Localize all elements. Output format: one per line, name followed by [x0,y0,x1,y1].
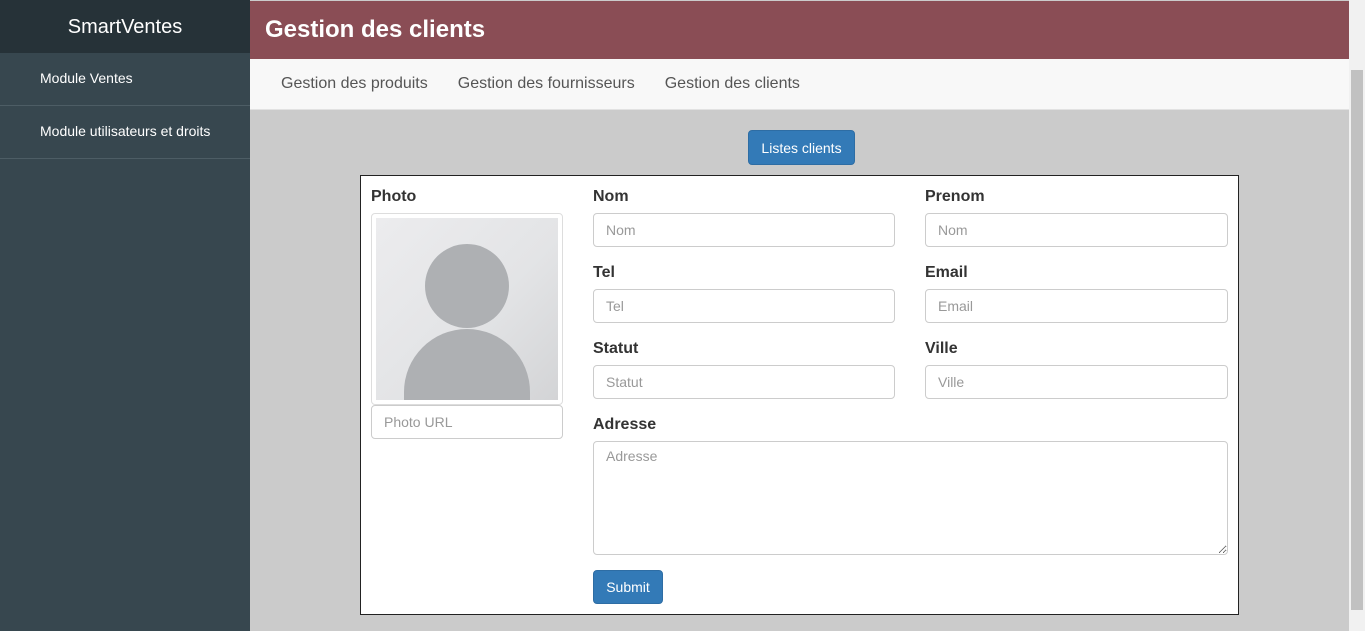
nav-link-produits[interactable]: Gestion des produits [266,59,443,109]
tel-input[interactable] [593,289,895,323]
sidebar: SmartVentes Module Ventes Module utilisa… [0,0,250,631]
nav-link-clients[interactable]: Gestion des clients [650,59,815,109]
nom-label: Nom [593,188,629,205]
list-clients-button[interactable]: Listes clients [748,130,855,165]
sidebar-item-module-utilisateurs[interactable]: Module utilisateurs et droits [0,106,250,159]
adresse-textarea[interactable] [593,441,1228,555]
avatar-placeholder-icon [376,218,558,400]
ville-label: Ville [925,340,958,357]
sidebar-item-module-ventes[interactable]: Module Ventes [0,53,250,106]
tel-label: Tel [593,264,615,281]
top-nav: Gestion des produits Gestion des fournis… [250,59,1349,110]
nom-input[interactable] [593,213,895,247]
avatar-body [404,329,530,400]
prenom-input[interactable] [925,213,1228,247]
email-label: Email [925,264,968,281]
photo-label: Photo [371,188,417,205]
nav-link-fournisseurs[interactable]: Gestion des fournisseurs [443,59,650,109]
photo-thumbnail [371,213,563,405]
page-title: Gestion des clients [250,1,1349,59]
email-input[interactable] [925,289,1228,323]
adresse-label: Adresse [593,416,657,433]
avatar-head [425,244,509,328]
prenom-label: Prenom [925,188,985,205]
ville-input[interactable] [925,365,1228,399]
client-form: Photo Nom Prenom Tel Email Statut Ville … [360,175,1239,615]
submit-button[interactable]: Submit [593,570,663,604]
brand-title[interactable]: SmartVentes [0,0,250,53]
statut-input[interactable] [593,365,895,399]
statut-label: Statut [593,340,639,357]
scrollbar-thumb[interactable] [1351,70,1363,610]
photo-url-input[interactable] [371,405,563,439]
